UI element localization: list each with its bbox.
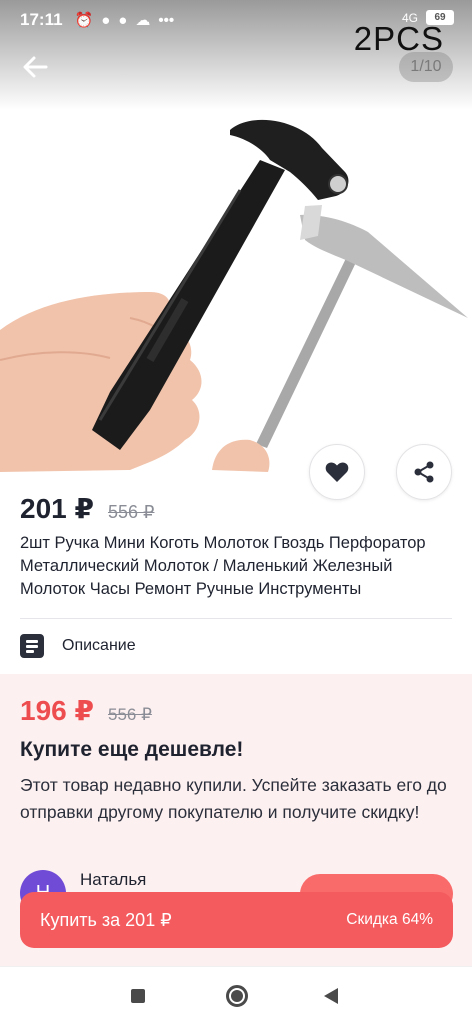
more-dots-icon: •••: [158, 11, 175, 29]
product-page: 17:11 ⏰ ● ● ☁ ••• 4G 69 2PCS 1/10 201 ₽ …: [0, 0, 472, 1024]
recents-icon[interactable]: [131, 989, 145, 1003]
current-price: 201 ₽: [20, 493, 94, 524]
old-price: 556 ₽: [107, 502, 155, 522]
chat-icon: ●: [101, 11, 111, 29]
share-icon: [414, 461, 434, 483]
product-title: 2шт Ручка Мини Коготь Молоток Гвоздь Пер…: [20, 534, 426, 598]
discount-label: Скидка 64%: [346, 911, 433, 928]
status-time: 17:11: [20, 10, 63, 29]
back-triangle-icon[interactable]: [324, 988, 338, 1004]
heart-icon: [325, 462, 349, 482]
home-icon[interactable]: [226, 985, 248, 1007]
price-row: 201 ₽ 556 ₽: [20, 492, 154, 525]
chat-bubble-icon: ●: [118, 11, 128, 29]
description-label: Описание: [62, 637, 136, 654]
promo-text: Этот товар недавно купили. Успейте заказ…: [20, 775, 447, 822]
buyer-name: Наталья: [80, 870, 147, 889]
system-nav-bar: [0, 966, 472, 1024]
status-icons: ⏰ ● ● ☁ •••: [74, 11, 175, 30]
buy-label: Купить за 201 ₽: [40, 909, 172, 930]
promo-title: Купите еще дешевле!: [20, 738, 244, 761]
promo-price: 196 ₽: [20, 695, 94, 726]
divider: [20, 618, 452, 619]
favorite-button[interactable]: [309, 444, 365, 500]
gallery-counter: 1/10: [399, 52, 453, 82]
promo-old-price: 556 ₽: [107, 705, 152, 724]
promo-price-row: 196 ₽ 556 ₽: [20, 694, 152, 727]
product-photo: [0, 119, 468, 472]
share-button[interactable]: [396, 444, 452, 500]
alarm-icon: ⏰: [74, 12, 94, 29]
buy-button[interactable]: Купить за 201 ₽ Скидка 64%: [20, 892, 453, 948]
back-button[interactable]: [18, 52, 52, 82]
document-icon: [20, 634, 44, 658]
description-link[interactable]: Описание: [20, 632, 136, 660]
arrow-left-icon: [23, 56, 48, 78]
cloud-icon: ☁: [135, 12, 151, 29]
